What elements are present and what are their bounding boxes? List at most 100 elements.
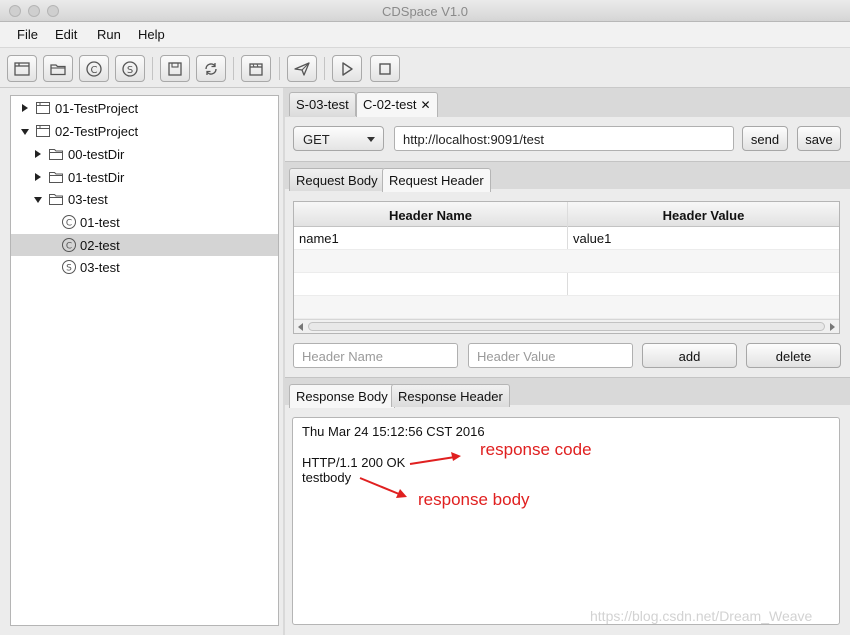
window-title: CDSpace V1.0 [382, 4, 468, 19]
tree-item-label: 01-TestProject [55, 101, 139, 116]
tab-s-03-test[interactable]: S-03-test [289, 92, 356, 116]
url-input[interactable]: http://localhost:9091/test [394, 126, 734, 151]
collapse-arrow-icon[interactable] [34, 197, 42, 203]
delete-header-button[interactable]: delete [746, 343, 841, 368]
scrollbar-thumb[interactable] [308, 322, 825, 331]
tree-item-03-test-folder[interactable]: 03-test [11, 188, 278, 210]
cell-header-name: name1 [299, 231, 339, 246]
scroll-right-icon[interactable] [830, 323, 835, 331]
chevron-down-icon [367, 137, 375, 142]
expand-arrow-icon[interactable] [35, 150, 41, 158]
method-select[interactable]: GET [293, 126, 384, 151]
header-value-input[interactable]: Header Value [468, 343, 633, 368]
svg-text:C: C [66, 242, 72, 252]
toolbar-separator [324, 57, 325, 80]
send-button[interactable]: send [742, 126, 788, 151]
svg-text:C: C [91, 65, 98, 76]
tab-label: Response Header [398, 389, 503, 404]
tab-label: Response Body [296, 389, 388, 404]
table-row-empty[interactable] [294, 273, 839, 296]
response-tab-strip: Response Body Response Header [285, 377, 850, 408]
tree-item-label: 00-testDir [68, 147, 125, 162]
tree-item-01-test[interactable]: C 01-test [11, 211, 278, 233]
tab-request-header[interactable]: Request Header [382, 168, 491, 192]
server-s-icon: S [122, 60, 138, 77]
table-row[interactable]: name1 value1 [294, 227, 839, 250]
cell-header-value: value1 [573, 231, 612, 246]
stop-icon [379, 62, 391, 75]
svg-text:S: S [127, 65, 133, 76]
tab-c-02-test[interactable]: C-02-test ✕ [356, 92, 438, 117]
tree-item-02-testproject[interactable]: 02-TestProject [11, 120, 278, 142]
svg-text:S: S [66, 264, 72, 274]
table-row-empty[interactable] [294, 250, 839, 273]
annotation-arrow-code [409, 452, 461, 465]
refresh-button[interactable] [196, 55, 226, 82]
editor-tab-strip: S-03-test C-02-test ✕ [285, 88, 850, 117]
svg-text:C: C [66, 219, 72, 229]
tree-item-label: 01-test [80, 215, 120, 230]
menu-edit[interactable]: Edit [55, 27, 77, 42]
open-folder-icon [50, 63, 66, 75]
tab-label: Request Header [389, 173, 484, 188]
column-header-value[interactable]: Header Value [568, 208, 839, 223]
new-project-icon [14, 61, 30, 76]
save-button[interactable]: save [797, 126, 841, 151]
expand-arrow-icon[interactable] [35, 173, 41, 181]
tab-response-body[interactable]: Response Body [289, 384, 395, 408]
open-folder-button[interactable] [43, 55, 73, 82]
column-header-name[interactable]: Header Name [294, 208, 567, 223]
add-header-button[interactable]: add [642, 343, 737, 368]
scroll-left-icon[interactable] [298, 323, 303, 331]
tree-item-00-testdir[interactable]: 00-testDir [11, 143, 278, 165]
response-status-line: HTTP/1.1 200 OK [302, 455, 406, 470]
collapse-arrow-icon[interactable] [21, 129, 29, 135]
table-row-empty[interactable] [294, 296, 839, 319]
menu-run[interactable]: Run [97, 27, 121, 42]
tree-item-02-test[interactable]: C 02-test [11, 234, 278, 256]
tree-item-label: 02-test [80, 238, 120, 253]
toolbar-separator [279, 57, 280, 80]
title-bar: CDSpace V1.0 [0, 0, 850, 22]
method-value: GET [303, 132, 330, 147]
server-s-icon: S [62, 260, 76, 274]
send-plane-icon [294, 61, 310, 76]
tree-item-01-testproject[interactable]: 01-TestProject [11, 97, 278, 119]
horizontal-scrollbar[interactable] [294, 319, 839, 333]
annotation-response-body: response body [418, 490, 530, 509]
annotation-arrow-body [359, 477, 407, 498]
tree-item-01-testdir[interactable]: 01-testDir [11, 166, 278, 188]
client-c-icon: C [86, 60, 102, 77]
tab-request-body[interactable]: Request Body [289, 168, 385, 191]
expand-arrow-icon[interactable] [22, 104, 28, 112]
header-name-input[interactable]: Header Name [293, 343, 458, 368]
clapper-button[interactable] [241, 55, 271, 82]
menu-help[interactable]: Help [138, 27, 165, 42]
client-c-icon: C [62, 215, 76, 229]
new-server-button[interactable]: S [115, 55, 145, 82]
play-icon [342, 61, 353, 76]
toolbar-separator [152, 57, 153, 80]
toolbar-separator [233, 57, 234, 80]
tab-response-header[interactable]: Response Header [391, 384, 510, 407]
header-table[interactable]: Header Name Header Value name1 value1 [293, 201, 840, 334]
stop-button[interactable] [370, 55, 400, 82]
annotation-response-code: response code [480, 440, 592, 459]
run-button[interactable] [332, 55, 362, 82]
toolbar: C S [0, 48, 850, 88]
new-project-button[interactable] [7, 55, 37, 82]
close-tab-icon[interactable]: ✕ [420, 98, 430, 112]
watermark: https://blog.csdn.net/Dream_Weave [590, 608, 813, 624]
clapper-icon [249, 62, 263, 76]
menu-file[interactable]: File [17, 27, 38, 42]
tree-item-03-test[interactable]: S 03-test [11, 256, 278, 278]
request-tab-strip: Request Body Request Header [285, 161, 850, 192]
project-tree[interactable]: 01-TestProject 02-TestProject 00-testDir… [10, 95, 279, 626]
save-icon [168, 61, 182, 76]
tree-item-label: 03-test [68, 192, 108, 207]
save-toolbar-button[interactable] [160, 55, 190, 82]
menu-bar: File Edit Run Help [0, 22, 850, 48]
new-client-button[interactable]: C [79, 55, 109, 82]
send-toolbar-button[interactable] [287, 55, 317, 82]
folder-icon [49, 194, 63, 205]
